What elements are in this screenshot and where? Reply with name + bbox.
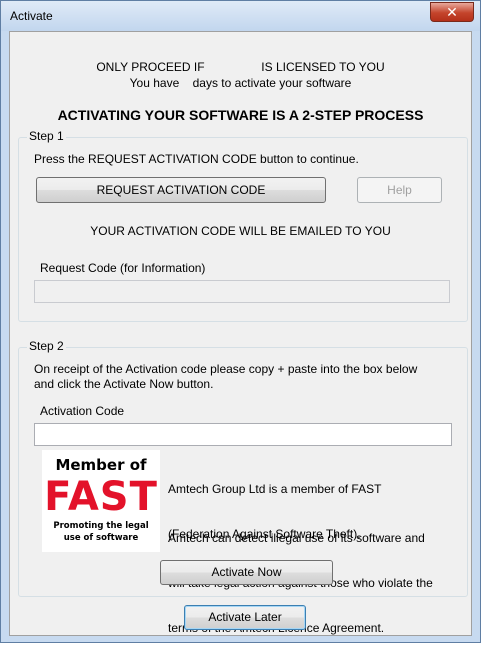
legal-line1: Amtech can detect illegal use of its sof…: [168, 531, 425, 545]
logo-tagline: Promoting the legal use of software: [42, 520, 160, 544]
logo-tagline-line1: Promoting the legal: [53, 521, 149, 531]
dialog-body: ONLY PROCEED IF IS LICENSED TO YOU You h…: [9, 31, 472, 636]
title-bar[interactable]: Activate ✕: [1, 1, 480, 31]
activate-later-button[interactable]: Activate Later: [184, 605, 306, 630]
step1-instruction: Press the REQUEST ACTIVATION CODE button…: [34, 152, 359, 166]
close-icon: ✕: [446, 4, 458, 20]
email-notice: YOUR ACTIVATION CODE WILL BE EMAILED TO …: [90, 224, 391, 238]
activation-code-input[interactable]: [34, 423, 452, 446]
step1-legend: Step 1: [27, 129, 66, 143]
fast-info-line1: Amtech Group Ltd is a member of FAST: [168, 482, 382, 496]
request-code-field[interactable]: [34, 280, 450, 303]
close-button[interactable]: ✕: [430, 2, 474, 22]
logo-fast-text: FAST: [44, 474, 158, 520]
request-activation-code-button[interactable]: REQUEST ACTIVATION CODE: [36, 177, 326, 203]
request-code-label: Request Code (for Information): [40, 261, 206, 275]
fast-member-logo: Member of FAST Promoting the legal use o…: [42, 450, 160, 552]
step2-instruction-line1: On receipt of the Activation code please…: [34, 362, 418, 376]
process-heading: ACTIVATING YOUR SOFTWARE IS A 2-STEP PRO…: [57, 107, 424, 123]
days-remaining-notice: You have days to activate your software: [129, 76, 352, 90]
license-notice: ONLY PROCEED IF IS LICENSED TO YOU: [96, 60, 385, 74]
window-title: Activate: [10, 9, 53, 23]
activate-dialog: Activate ✕ ONLY PROCEED IF IS LICENSED T…: [0, 0, 481, 643]
help-button[interactable]: Help: [357, 177, 442, 203]
step2-instruction-line2: and click the Activate Now button.: [34, 377, 214, 391]
activate-now-button[interactable]: Activate Now: [160, 560, 333, 585]
activation-code-label: Activation Code: [40, 404, 125, 418]
logo-tagline-line2: use of software: [63, 533, 139, 543]
logo-member-text: Member of: [55, 456, 147, 474]
step2-legend: Step 2: [27, 339, 66, 353]
